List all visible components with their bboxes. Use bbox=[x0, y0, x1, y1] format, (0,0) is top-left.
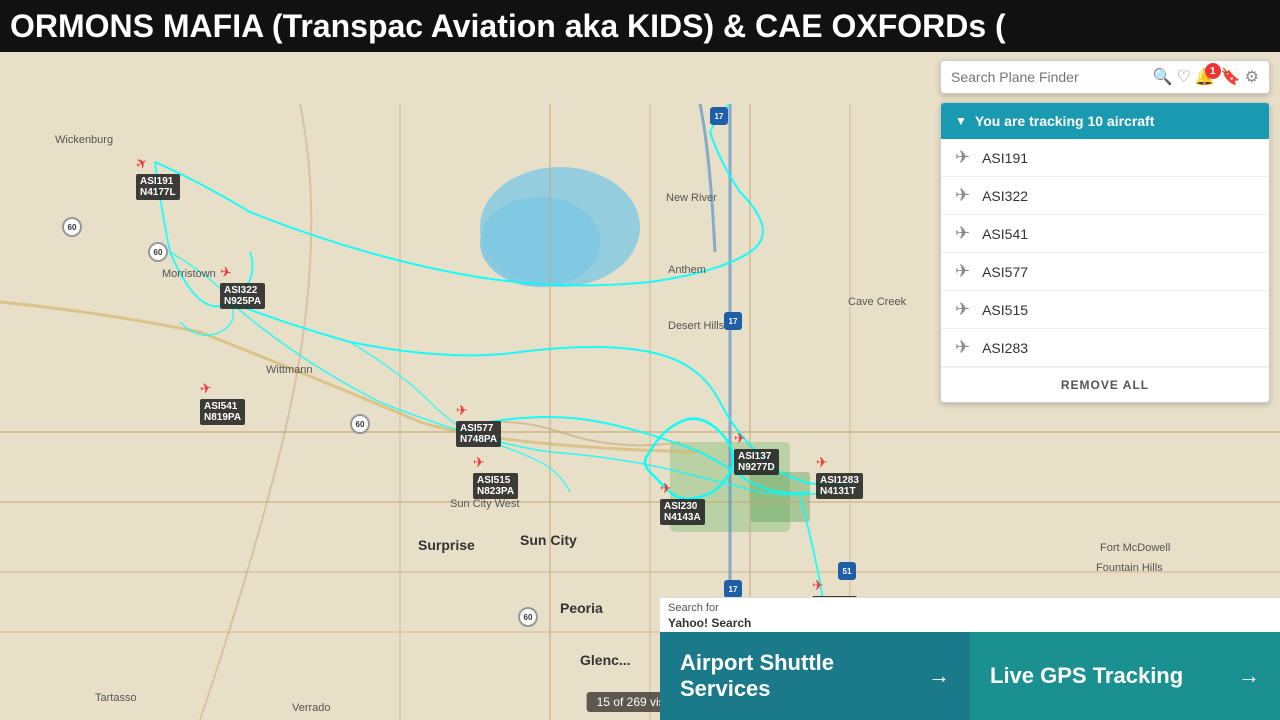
remove-all-button[interactable]: REMOVE ALL bbox=[941, 367, 1269, 402]
search-bar[interactable]: 🔍 ♡ 🔔 1 🔖 ⚙ bbox=[940, 60, 1270, 94]
aircraft-row-asi541[interactable]: ✈ ASI541 bbox=[941, 215, 1269, 253]
aircraft-row-asi577[interactable]: ✈ ASI577 bbox=[941, 253, 1269, 291]
route-60-south: 60 bbox=[518, 607, 538, 627]
search-button[interactable]: 🔍 bbox=[1153, 67, 1173, 87]
plane-icon-asi541: ✈ bbox=[955, 223, 970, 244]
chevron-down-icon: ▼ bbox=[955, 114, 967, 128]
search-for-label: Search for bbox=[668, 602, 1272, 614]
aircraft-callsign-asi191: ASI191 bbox=[982, 150, 1028, 166]
plane-icon-asi283: ✈ bbox=[955, 337, 970, 358]
aircraft-callsign-asi541: ASI541 bbox=[982, 226, 1028, 242]
town-wittmann: Wittmann bbox=[266, 364, 312, 376]
town-fountain-hills: Fountain Hills bbox=[1096, 562, 1163, 574]
interstate-51: 51 bbox=[838, 562, 856, 580]
route-60-morristown: 60 bbox=[148, 242, 168, 262]
town-sun-city-west: Sun City West bbox=[450, 498, 520, 510]
gps-tracking-label: Live GPS Tracking bbox=[990, 663, 1183, 689]
gps-tracking-arrow-icon: → bbox=[1238, 663, 1260, 689]
plane-icon-asi515: ✈ bbox=[955, 299, 970, 320]
interstate-17-south: 17 bbox=[724, 580, 742, 598]
interstate-17-mid: 17 bbox=[724, 312, 742, 330]
heart-icon[interactable]: ♡ bbox=[1176, 67, 1190, 87]
town-new-river: New River bbox=[666, 192, 717, 204]
cta-buttons: Airport Shuttle Services → Live GPS Trac… bbox=[660, 632, 1280, 720]
map-aircraft-asi322[interactable]: ✈ ASI322N925PA bbox=[220, 264, 232, 281]
map-aircraft-asi1283[interactable]: ✈ ASI1283N4131T bbox=[816, 454, 828, 471]
tracking-header[interactable]: ▼ You are tracking 10 aircraft bbox=[941, 103, 1269, 139]
map-aircraft-asi541[interactable]: ✈ ASI541N819PA bbox=[200, 380, 212, 397]
town-anthem: Anthem bbox=[668, 264, 706, 276]
notification-area[interactable]: 🔔 1 bbox=[1195, 67, 1215, 87]
bottom-section: Search for Yahoo! Search Airport Shuttle… bbox=[660, 597, 1280, 720]
map-aircraft-asi137[interactable]: ✈ ASI137N9277D bbox=[734, 430, 746, 447]
search-input[interactable] bbox=[951, 69, 1153, 85]
plane-icon-asi577: ✈ bbox=[955, 261, 970, 282]
city-sun-city: Sun City bbox=[520, 532, 577, 548]
town-wickenburg: Wickenburg bbox=[55, 134, 113, 146]
town-tartasso: Tartasso bbox=[95, 692, 137, 704]
town-cave-creek: Cave Creek bbox=[848, 296, 906, 308]
top-banner: ORMONS MAFIA (Transpac Aviation aka KIDS… bbox=[0, 0, 1280, 52]
aircraft-callsign-asi283: ASI283 bbox=[982, 340, 1028, 356]
map-aircraft-asi919[interactable]: ✈ ASI919N288PA bbox=[812, 577, 824, 594]
route-60-wickenburg: 60 bbox=[62, 217, 82, 237]
town-desert-hills: Desert Hills bbox=[668, 320, 724, 332]
aircraft-row-asi191[interactable]: ✈ ASI191 bbox=[941, 139, 1269, 177]
city-glendale: Glenc... bbox=[580, 652, 631, 668]
gps-tracking-button[interactable]: Live GPS Tracking → bbox=[970, 632, 1280, 720]
aircraft-callsign-asi322: ASI322 bbox=[982, 188, 1028, 204]
plane-icon-asi322: ✈ bbox=[955, 185, 970, 206]
aircraft-row-asi322[interactable]: ✈ ASI322 bbox=[941, 177, 1269, 215]
tracking-count: You are tracking 10 aircraft bbox=[975, 113, 1154, 129]
town-morristown: Morristown bbox=[162, 268, 216, 280]
aircraft-row-asi515[interactable]: ✈ ASI515 bbox=[941, 291, 1269, 329]
aircraft-row-asi283[interactable]: ✈ ASI283 bbox=[941, 329, 1269, 367]
plane-icon-asi191: ✈ bbox=[955, 147, 970, 168]
airport-shuttle-arrow-icon: → bbox=[928, 663, 950, 689]
map-aircraft-asi191[interactable]: ✈ ASI191N4177L bbox=[136, 155, 148, 172]
airport-shuttle-button[interactable]: Airport Shuttle Services → bbox=[660, 632, 970, 720]
airport-shuttle-label: Airport Shuttle Services bbox=[680, 650, 928, 702]
yahoo-label: Yahoo! Search bbox=[668, 616, 1272, 630]
tracking-panel: ▼ You are tracking 10 aircraft ✈ ASI191 … bbox=[940, 102, 1270, 403]
city-peoria: Peoria bbox=[560, 600, 603, 616]
aircraft-callsign-asi577: ASI577 bbox=[982, 264, 1028, 280]
right-panel: 🔍 ♡ 🔔 1 🔖 ⚙ ▼ You are tracking 10 aircra… bbox=[940, 60, 1270, 403]
town-fort-mcdowell: Fort McDowell bbox=[1100, 542, 1170, 554]
bookmark-icon[interactable]: 🔖 bbox=[1221, 67, 1241, 87]
city-surprise: Surprise bbox=[418, 537, 475, 553]
notification-badge: 1 bbox=[1205, 63, 1221, 79]
interstate-17: 17 bbox=[710, 107, 728, 125]
route-60-mid: 60 bbox=[350, 414, 370, 434]
town-verrado: Verrado bbox=[292, 702, 331, 714]
map-aircraft-asi577[interactable]: ✈ ASI577N748PA bbox=[456, 402, 468, 419]
map-aircraft-asi515[interactable]: ✈ ASI515N823PA bbox=[473, 454, 485, 471]
yahoo-search-bar[interactable]: Search for Yahoo! Search bbox=[660, 597, 1280, 632]
remove-all-label: REMOVE ALL bbox=[1061, 378, 1149, 392]
banner-text: ORMONS MAFIA (Transpac Aviation aka KIDS… bbox=[10, 8, 1006, 45]
map-aircraft-asi230[interactable]: ✈ ASI230N4143A bbox=[660, 480, 672, 497]
settings-icon[interactable]: ⚙ bbox=[1245, 67, 1259, 87]
aircraft-callsign-asi515: ASI515 bbox=[982, 302, 1028, 318]
